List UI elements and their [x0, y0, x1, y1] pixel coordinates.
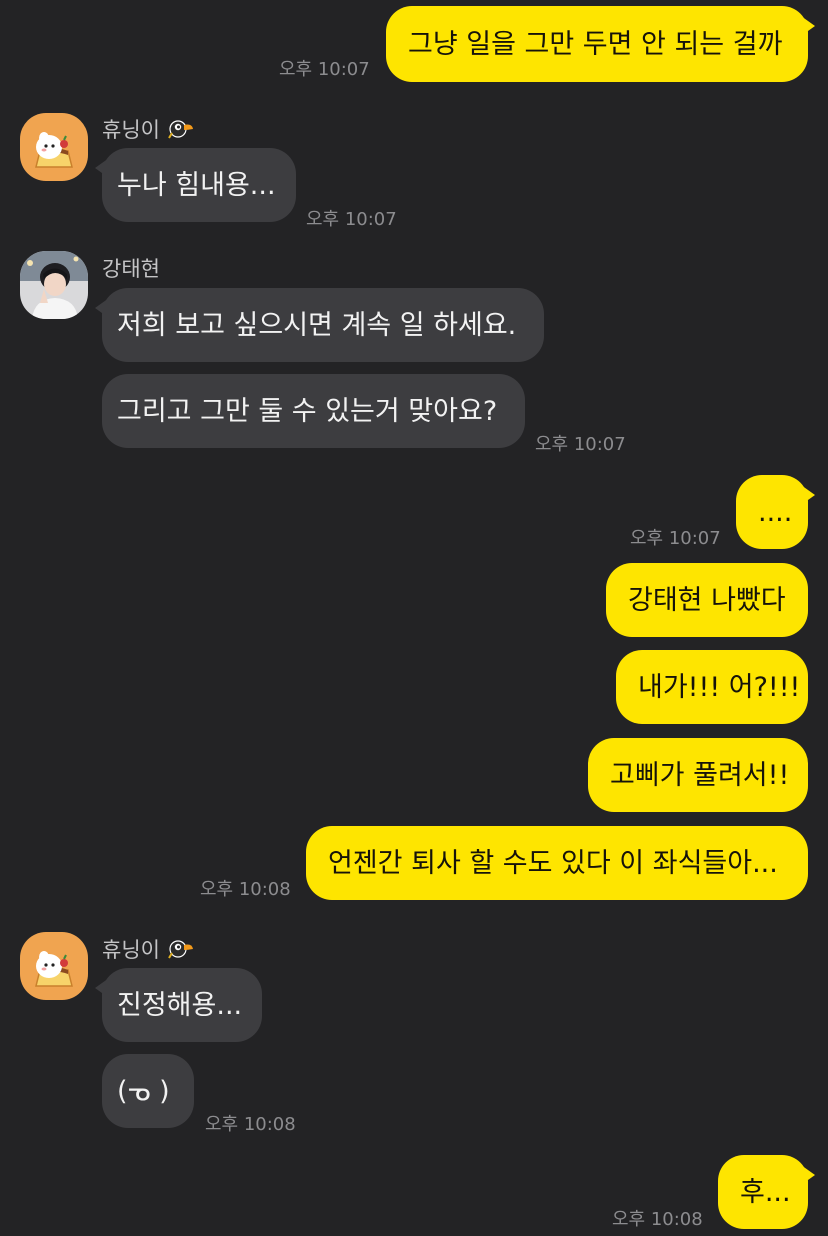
message-time: 오후 10:07	[535, 434, 626, 455]
message-text: 진정해용...	[117, 989, 243, 1021]
message-text: 고삐가 풀려서!!	[610, 759, 790, 791]
profile-photo-avatar[interactable]	[20, 251, 88, 319]
chat-room: 그냥 일을 그만 두면 안 되는 걸까 오후 10:07 휴닝이 누나 힘내용.…	[0, 0, 828, 1236]
sender-name: 휴닝이	[102, 118, 160, 142]
message-time: 오후 10:07	[630, 528, 721, 549]
pudding-avatar-icon[interactable]	[20, 932, 88, 1000]
sender-name: 휴닝이	[102, 938, 160, 962]
message-time: 오후 10:07	[306, 209, 397, 230]
my-message-bubble[interactable]: 고삐가 풀려서!!	[588, 738, 808, 812]
message-text: 누나 힘내용...	[117, 169, 276, 201]
message-time: 오후 10:08	[200, 879, 291, 900]
message-text: (ᓀ )	[117, 1075, 170, 1107]
message-time: 오후 10:08	[612, 1209, 703, 1230]
my-message-bubble[interactable]: 언젠간 퇴사 할 수도 있다 이 좌식들아...	[306, 826, 808, 900]
pudding-avatar-icon[interactable]	[20, 113, 88, 181]
my-message-bubble[interactable]: 강태현 나빴다	[606, 563, 808, 637]
my-message-bubble[interactable]: 그냥 일을 그만 두면 안 되는 걸까	[386, 6, 815, 82]
message-text: 후...	[740, 1176, 791, 1208]
my-message-bubble[interactable]: 내가!!! 어?!!!	[616, 650, 808, 724]
message-time: 오후 10:07	[279, 59, 370, 80]
message-text: 그냥 일을 그만 두면 안 되는 걸까	[408, 28, 783, 60]
toucan-badge-icon	[166, 117, 194, 143]
message-text: 내가!!! 어?!!!	[638, 671, 801, 703]
their-message-bubble[interactable]: 누나 힘내용...	[95, 148, 296, 222]
my-message-bubble[interactable]: ....	[736, 475, 815, 549]
their-message-bubble[interactable]: 저희 보고 싶으시면 계속 일 하세요.	[95, 288, 544, 362]
message-text: 그리고 그만 둘 수 있는거 맞아요?	[117, 395, 498, 427]
my-message-bubble[interactable]: 후...	[718, 1155, 815, 1229]
their-message-bubble[interactable]: 진정해용...	[95, 968, 262, 1042]
message-text: 강태현 나빴다	[628, 584, 786, 616]
their-message-bubble[interactable]: 그리고 그만 둘 수 있는거 맞아요?	[102, 374, 525, 448]
message-text: 언젠간 퇴사 할 수도 있다 이 좌식들아...	[328, 847, 778, 879]
sender-name: 강태현	[102, 257, 160, 281]
toucan-badge-icon	[166, 937, 194, 963]
message-text: ....	[758, 496, 793, 528]
message-text: 저희 보고 싶으시면 계속 일 하세요.	[117, 309, 517, 341]
message-time: 오후 10:08	[205, 1114, 296, 1135]
their-message-bubble[interactable]: (ᓀ )	[102, 1054, 194, 1128]
